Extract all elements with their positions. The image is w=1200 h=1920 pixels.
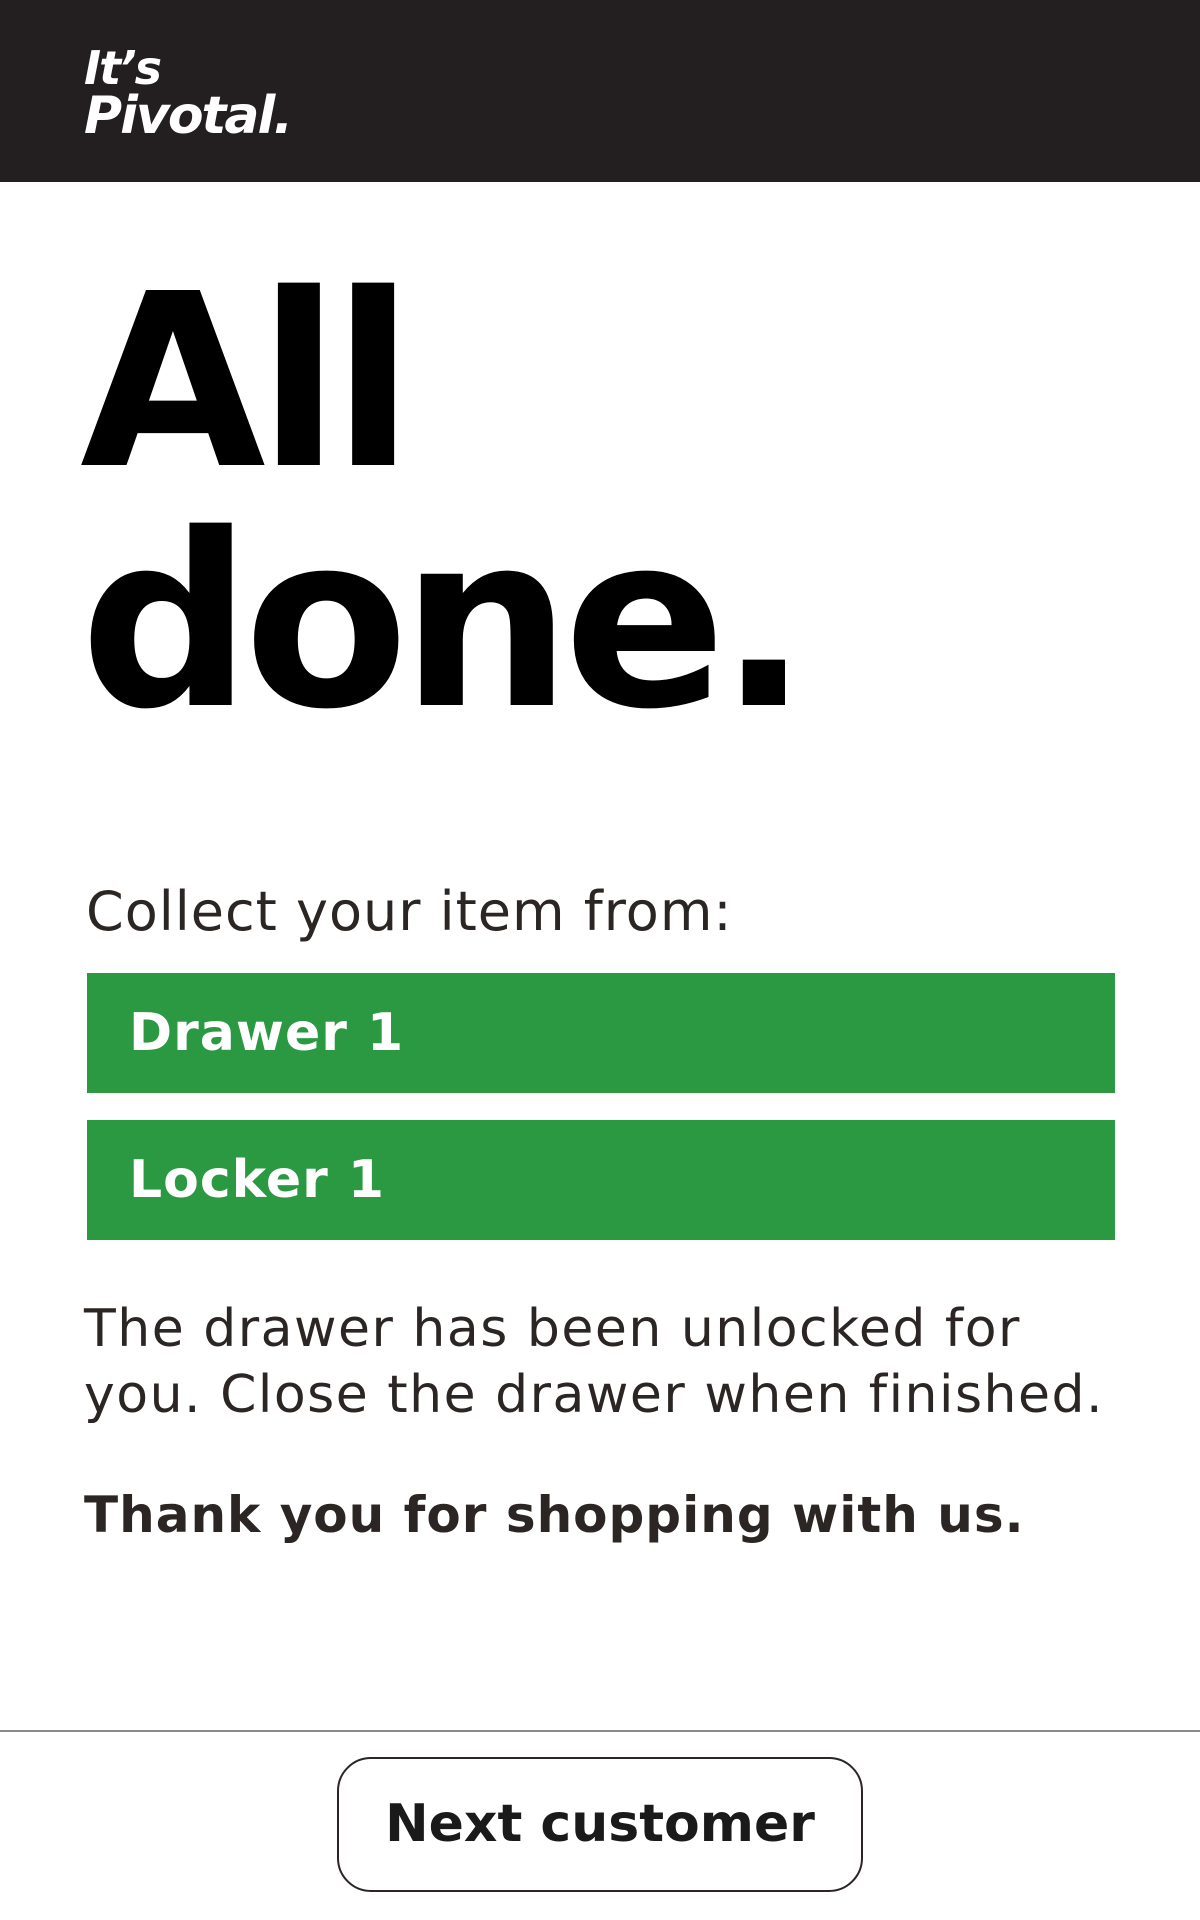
logo-line-2: Pivotal. [84, 86, 293, 146]
title-line-1: All [80, 242, 414, 522]
top-header-bar: It’s Pivotal. [0, 0, 1200, 182]
collect-instructions-label: Collect your item from: [86, 880, 733, 943]
footer-divider [0, 1730, 1200, 1732]
thank-you-message: Thank you for shopping with us. [84, 1486, 1025, 1544]
unlock-message: The drawer has been unlocked for you. Cl… [84, 1299, 1105, 1425]
brand-logo: It’s Pivotal. [84, 41, 293, 146]
title-line-2: done. [80, 482, 809, 762]
logo-line-1: It’s [84, 41, 162, 95]
page-title: All done. [80, 242, 809, 762]
next-customer-button[interactable]: Next customer [337, 1757, 863, 1892]
location-locker-banner: Locker 1 [87, 1120, 1115, 1240]
location-drawer-banner: Drawer 1 [87, 973, 1115, 1093]
completion-screen: It’s Pivotal. All done. Collect your ite… [0, 0, 1200, 1920]
